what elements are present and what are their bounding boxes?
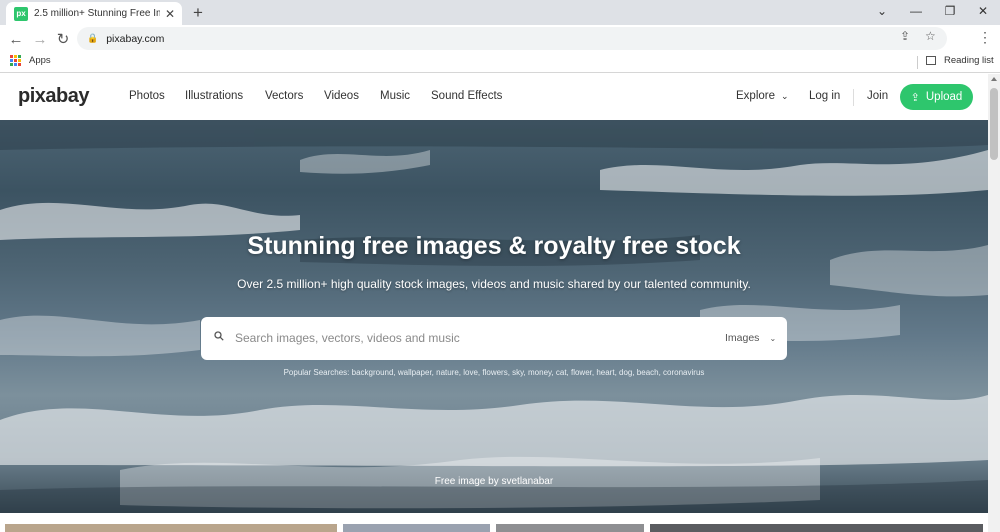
nav-videos[interactable]: Videos <box>324 90 359 102</box>
scrollbar-thumb[interactable] <box>990 88 998 160</box>
header-divider <box>853 89 854 106</box>
apps-bookmark[interactable]: Apps <box>10 55 51 66</box>
upload-label: Upload <box>925 91 963 103</box>
image-grid-preview <box>0 524 988 532</box>
explore-dropdown[interactable]: Explore ⌄ <box>736 90 789 102</box>
browser-toolbar: ← → ↻ 🔒 pixabay.com ⇪ ☆ <box>0 25 1000 52</box>
pixabay-favicon-icon: px <box>14 6 28 21</box>
new-tab-icon[interactable]: + <box>188 3 208 23</box>
tab-close-icon[interactable]: ✕ <box>164 7 176 21</box>
nav-vectors[interactable]: Vectors <box>265 90 303 102</box>
upload-icon: ⇪ <box>910 91 920 104</box>
back-icon[interactable]: ← <box>6 29 26 49</box>
image-thumbnail[interactable] <box>650 524 983 532</box>
chevron-down-icon: ⌄ <box>781 90 789 101</box>
search-bar: Images ⌄ <box>201 317 787 360</box>
image-thumbnail[interactable] <box>5 524 337 532</box>
nav-sound-effects[interactable]: Sound Effects <box>431 90 502 102</box>
site-header: pixabay Photos Illustrations Vectors Vid… <box>0 74 988 120</box>
forward-icon[interactable]: → <box>30 29 50 49</box>
upload-button[interactable]: ⇪ Upload <box>900 84 973 110</box>
restore-icon[interactable]: ❐ <box>933 0 967 22</box>
window-close-icon[interactable]: ✕ <box>966 0 1000 22</box>
join-link[interactable]: Join <box>867 90 888 102</box>
reload-icon[interactable]: ↻ <box>53 29 73 49</box>
tab-title: 2.5 million+ Stunning Free Images <box>34 8 160 19</box>
hero-banner: Stunning free images & royalty free stoc… <box>0 120 988 513</box>
url-text[interactable]: pixabay.com <box>106 33 164 45</box>
page-scrollbar[interactable] <box>988 74 1000 532</box>
star-icon[interactable]: ☆ <box>925 29 936 43</box>
reading-list-button[interactable]: Reading list <box>926 55 994 66</box>
media-type-dropdown[interactable]: Images ⌄ <box>725 332 776 344</box>
search-icon[interactable] <box>214 331 224 341</box>
login-link[interactable]: Log in <box>809 90 840 102</box>
chevron-down-icon: ⌄ <box>769 333 777 343</box>
media-type-label: Images <box>725 332 760 344</box>
apps-label: Apps <box>29 55 51 66</box>
lock-icon[interactable]: 🔒 <box>87 33 98 44</box>
browser-tab-strip: px 2.5 million+ Stunning Free Images ✕ +… <box>0 0 1000 25</box>
browser-tab[interactable]: px 2.5 million+ Stunning Free Images ✕ <box>6 2 182 25</box>
image-credit[interactable]: Free image by svetlanabar <box>0 476 988 487</box>
share-icon[interactable]: ⇪ <box>900 29 910 43</box>
nav-music[interactable]: Music <box>380 90 410 102</box>
bookmarks-divider <box>917 56 918 69</box>
apps-grid-icon <box>10 55 21 66</box>
nav-illustrations[interactable]: Illustrations <box>185 90 243 102</box>
explore-label: Explore <box>736 90 775 102</box>
nav-photos[interactable]: Photos <box>129 90 165 102</box>
browser-menu-icon[interactable]: ⋮ <box>978 29 992 46</box>
scroll-up-arrow-icon[interactable] <box>991 77 997 81</box>
hero-title: Stunning free images & royalty free stoc… <box>247 232 741 260</box>
tab-search-chevron-icon[interactable]: ⌄ <box>865 0 899 22</box>
image-thumbnail[interactable] <box>496 524 644 532</box>
pixabay-logo[interactable]: pixabay <box>18 85 89 108</box>
minimize-icon[interactable]: — <box>899 0 933 22</box>
image-thumbnail[interactable] <box>343 524 490 532</box>
reading-list-label: Reading list <box>944 55 994 66</box>
bookmarks-bar: Apps Reading list <box>0 52 1000 73</box>
reading-list-icon <box>926 56 936 65</box>
search-input[interactable] <box>235 325 705 351</box>
popular-searches[interactable]: Popular Searches: background, wallpaper,… <box>0 368 988 377</box>
address-bar[interactable]: 🔒 pixabay.com <box>77 27 947 50</box>
hero-subtitle: Over 2.5 million+ high quality stock ima… <box>237 277 751 291</box>
